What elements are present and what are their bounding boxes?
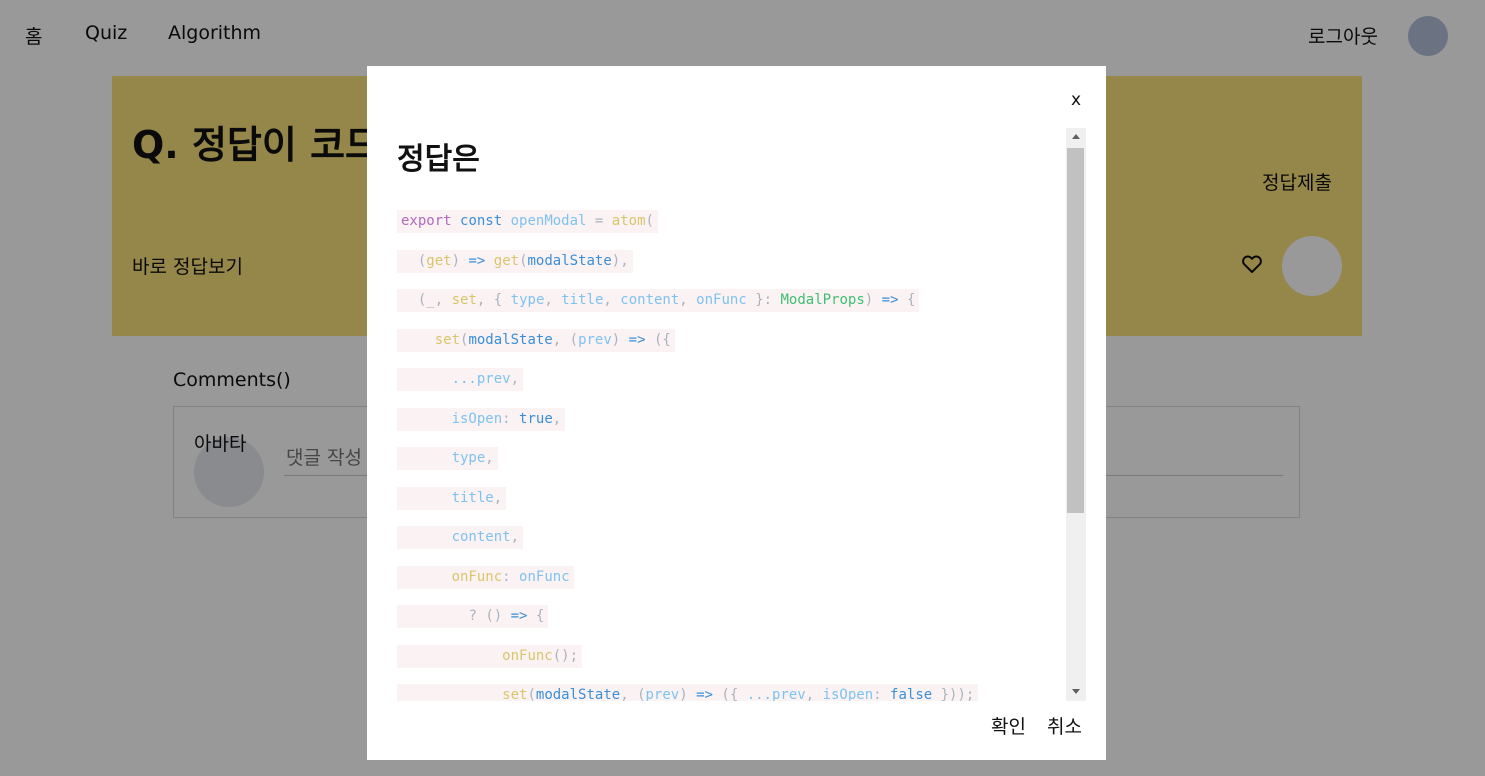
code-line: set(modalState, (prev) => ({ ...prev, is… <box>397 684 979 701</box>
code-line: export const openModal = atom( <box>397 210 658 233</box>
close-button[interactable]: x <box>1071 90 1081 110</box>
code-line: type, <box>397 447 498 470</box>
modal-title: 정답은 <box>397 142 480 177</box>
scroll-down-arrow-icon[interactable] <box>1066 683 1086 701</box>
code-line: onFunc(); <box>397 645 583 668</box>
scroll-up-arrow-icon[interactable] <box>1066 128 1086 146</box>
scrollbar-thumb[interactable] <box>1067 148 1084 513</box>
confirm-button[interactable]: 확인 <box>991 712 1026 739</box>
code-line: (get) => get(modalState), <box>397 250 633 273</box>
code-line: ? () => { <box>397 605 549 628</box>
code-line: isOpen: true, <box>397 408 566 431</box>
code-line: content, <box>397 526 524 549</box>
code-line: set(modalState, (prev) => ({ <box>397 329 675 352</box>
cancel-button[interactable]: 취소 <box>1047 712 1082 739</box>
code-line: (_, set, { type, title, content, onFunc … <box>397 289 920 312</box>
code-line: title, <box>397 487 507 510</box>
code-line: ...prev, <box>397 368 524 391</box>
modal-scrollbar[interactable] <box>1066 128 1086 701</box>
code-line: onFunc: onFunc <box>397 566 574 589</box>
answer-modal: x 정답은 export const openModal = atom( (ge… <box>367 66 1106 760</box>
modal-scroll-area[interactable]: 정답은 export const openModal = atom( (get)… <box>397 128 1086 701</box>
